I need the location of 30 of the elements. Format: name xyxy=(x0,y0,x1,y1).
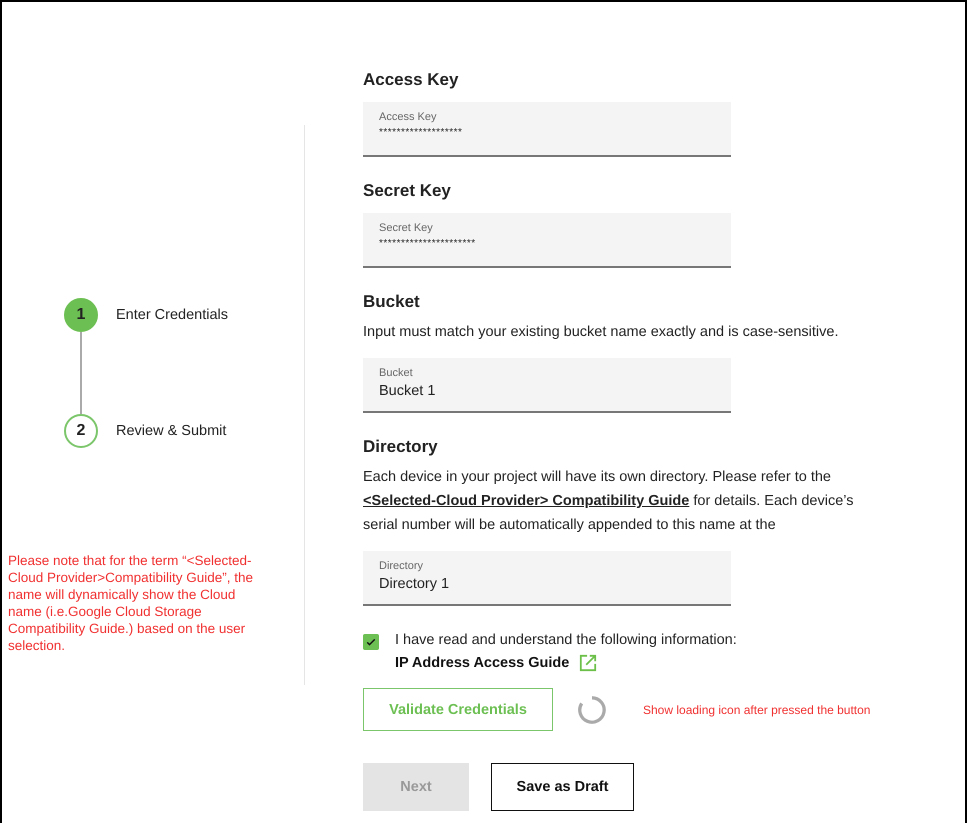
section-heading: Directory xyxy=(363,437,439,457)
input-field[interactable]: Secret Key ********************** xyxy=(363,213,731,268)
field-label: Bucket xyxy=(379,367,414,379)
section-description: Input must match your existing bucket name exactly and is case-sensitive. xyxy=(363,323,840,342)
checkbox[interactable] xyxy=(363,634,379,650)
loading-spinner-icon xyxy=(577,694,607,724)
step-number: 2 xyxy=(64,414,98,448)
section-heading: Bucket xyxy=(363,292,421,312)
field-value: ********************** xyxy=(379,238,477,249)
guide-link[interactable]: IP Address Access Guide xyxy=(395,655,570,671)
step-number: 1 xyxy=(64,298,98,332)
input-field[interactable]: Bucket Bucket 1 xyxy=(363,358,731,413)
step-label: Enter Credentials xyxy=(116,307,228,323)
annotation-note: Show loading icon after pressed the button xyxy=(643,702,870,716)
field-label: Directory xyxy=(379,560,424,572)
save-draft-button[interactable]: Save as Draft xyxy=(491,763,634,811)
input-field[interactable]: Access Key ******************* xyxy=(363,102,731,157)
section-heading: Secret Key xyxy=(363,181,452,201)
field-value: ******************* xyxy=(379,127,464,138)
consent-label: I have read and understand the following information: xyxy=(395,632,737,648)
section-heading: Access Key xyxy=(363,70,460,90)
field-label: Access Key xyxy=(379,111,438,123)
annotation-note: Please note that for the term “<Selected-Cloud Provider>Compatibility Guide”, the name will dynamically show the Cloud name (i.e.Google Cloud Storage Compatibility Guide.) based on the user selection. xyxy=(8,552,254,654)
input-field[interactable]: Directory Directory 1 xyxy=(363,551,731,606)
field-label: Secret Key xyxy=(379,222,434,234)
field-value: Directory 1 xyxy=(379,576,450,592)
section-description: Each device in your project will have its own directory. Please refer to the <Selected-Cloud Provider> Compatibility Guide for details. Each device’s serial number will be automatically appended to this name at the xyxy=(363,468,854,535)
field-value: Bucket 1 xyxy=(379,383,436,399)
guide-link[interactable]: <Selected-Cloud Provider> Compatibility Guide xyxy=(363,493,690,509)
step-label: Review & Submit xyxy=(116,423,226,439)
